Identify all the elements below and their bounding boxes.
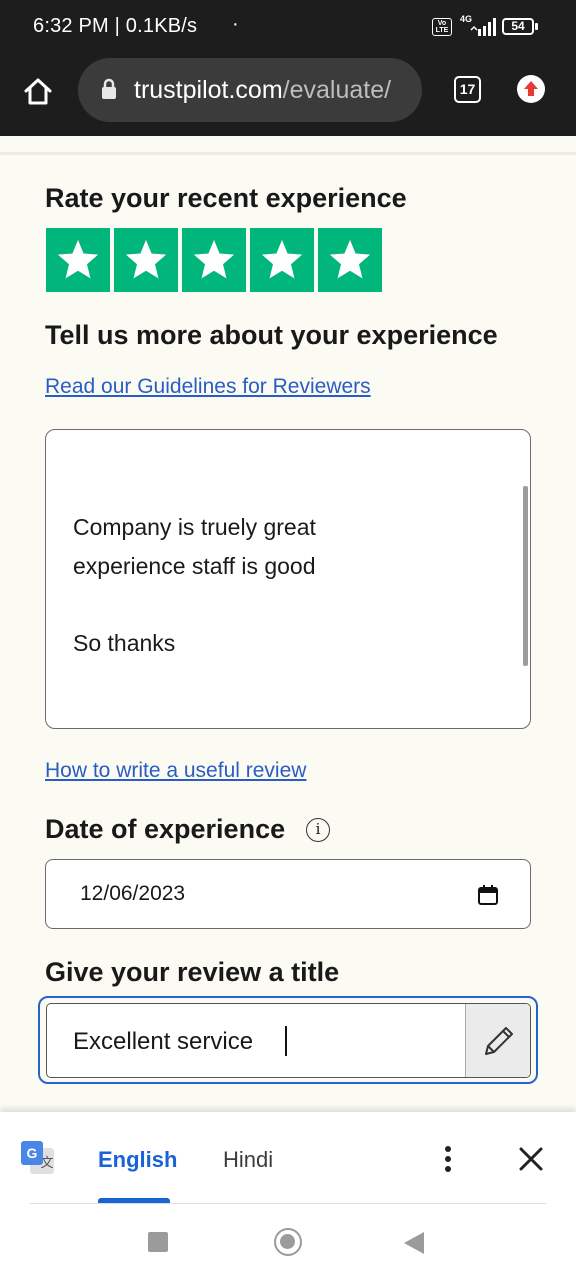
status-bar: 6:32 PM | 0.1KB/s · Vo LTE 4G 54 (0, 0, 576, 56)
update-icon[interactable] (516, 74, 546, 104)
tab-english[interactable]: English (98, 1147, 177, 1173)
star-icon (329, 239, 371, 279)
svg-text:G: G (27, 1145, 38, 1161)
url-text[interactable]: trustpilot.com/evaluate/ (134, 76, 391, 105)
star-rating[interactable] (46, 228, 382, 292)
page-divider (0, 152, 576, 155)
battery-icon: 54 (502, 18, 534, 35)
status-time-speed: 6:32 PM | 0.1KB/s (33, 15, 198, 37)
guidelines-link[interactable]: Read our Guidelines for Reviewers (45, 375, 371, 399)
status-dot: · (232, 13, 239, 35)
star-icon (193, 239, 235, 279)
star-4[interactable] (250, 228, 314, 292)
info-icon[interactable]: i (306, 818, 330, 842)
tell-more-heading: Tell us more about your experience (45, 320, 498, 350)
edit-button[interactable] (465, 1004, 530, 1077)
text-caret (285, 1026, 287, 1056)
date-heading: Date of experience (45, 814, 286, 844)
star-5[interactable] (318, 228, 382, 292)
url-path: /evaluate/ (282, 76, 392, 104)
title-heading: Give your review a title (45, 957, 340, 987)
star-icon (57, 239, 99, 279)
signal-icon (470, 18, 496, 36)
star-1[interactable] (46, 228, 110, 292)
tab-hindi[interactable]: Hindi (223, 1147, 273, 1173)
battery-tip (535, 23, 538, 30)
star-3[interactable] (182, 228, 246, 292)
system-nav-bar (0, 1204, 576, 1280)
more-vert-icon[interactable] (443, 1145, 453, 1173)
calendar-icon[interactable] (477, 884, 499, 906)
title-value: Excellent service (73, 1028, 260, 1055)
home-button[interactable] (274, 1228, 302, 1256)
translate-bar: 文 G English Hindi (0, 1112, 576, 1204)
browser-toolbar: trustpilot.com/evaluate/ 17 (0, 56, 576, 136)
review-title-input[interactable]: Excellent service (46, 1003, 531, 1078)
useful-review-link[interactable]: How to write a useful review (45, 759, 306, 783)
back-button[interactable] (404, 1232, 424, 1254)
tab-switcher-button[interactable]: 17 (454, 76, 481, 103)
star-2[interactable] (114, 228, 178, 292)
home-icon[interactable] (22, 75, 54, 107)
date-value: 12/06/2023 (80, 882, 186, 905)
date-input[interactable]: 12/06/2023 (45, 859, 531, 929)
google-translate-icon[interactable]: 文 G (20, 1140, 56, 1176)
star-icon (261, 239, 303, 279)
url-host: trustpilot.com (134, 76, 283, 104)
volte-icon: Vo LTE (432, 18, 452, 36)
review-textarea[interactable]: Company is truely great experience staff … (45, 429, 531, 729)
recents-button[interactable] (148, 1232, 168, 1252)
rate-heading: Rate your recent experience (45, 183, 407, 213)
star-icon (125, 239, 167, 279)
close-icon[interactable] (517, 1145, 545, 1173)
lock-icon (102, 78, 116, 99)
pencil-icon (485, 1027, 513, 1055)
review-text: Company is truely great experience staff … (73, 514, 316, 656)
textarea-scrollbar[interactable] (523, 486, 528, 666)
